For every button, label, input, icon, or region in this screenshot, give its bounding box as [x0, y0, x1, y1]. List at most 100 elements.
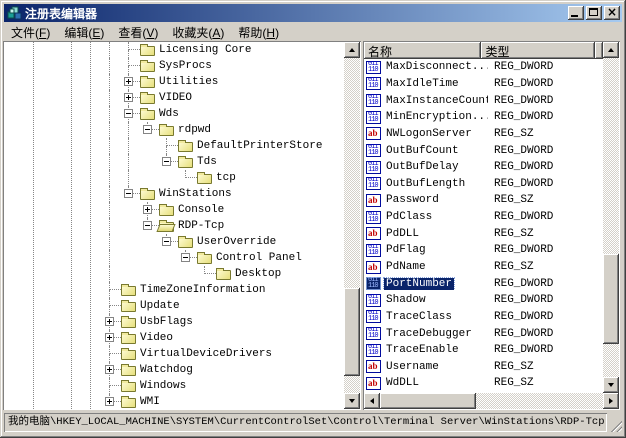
- value-row[interactable]: ShadowREG_DWORD: [364, 292, 603, 309]
- value-name-cell[interactable]: TraceEnable: [364, 344, 488, 357]
- value-name-cell[interactable]: Password: [364, 194, 488, 207]
- tree-item-label[interactable]: Video: [140, 332, 173, 345]
- expand-plus-box[interactable]: [105, 397, 114, 406]
- value-name-cell[interactable]: Shadow: [364, 294, 488, 307]
- expand-plus-box[interactable]: [124, 93, 133, 102]
- value-row[interactable]: PdClassREG_DWORD: [364, 209, 603, 226]
- value-row[interactable]: OutBufLengthREG_DWORD: [364, 175, 603, 192]
- value-name-cell[interactable]: WdDLL: [364, 377, 488, 390]
- tree-item-label[interactable]: Tds: [197, 156, 217, 169]
- value-name-cell[interactable]: TraceClass: [364, 310, 488, 323]
- value-row[interactable]: TraceEnableREG_DWORD: [364, 342, 603, 359]
- minimize-button[interactable]: [568, 6, 584, 20]
- value-name-cell[interactable]: PdFlag: [364, 244, 488, 257]
- maximize-button[interactable]: [586, 6, 602, 20]
- scroll-up-button[interactable]: [344, 42, 360, 58]
- scroll-down-button[interactable]: [344, 393, 360, 409]
- scroll-down-button[interactable]: [603, 377, 619, 393]
- resize-grip[interactable]: [609, 419, 622, 432]
- value-row[interactable]: PortNumberREG_DWORD: [364, 275, 603, 292]
- value-row[interactable]: MinEncryption...REG_DWORD: [364, 109, 603, 126]
- menu-item-H[interactable]: 帮助(H): [231, 23, 286, 42]
- tree-item-label[interactable]: SysProcs: [159, 60, 212, 73]
- collapse-minus-box[interactable]: [162, 157, 171, 166]
- expand-plus-box[interactable]: [105, 365, 114, 374]
- scroll-left-button[interactable]: [364, 393, 380, 409]
- scroll-up-button[interactable]: [603, 42, 619, 58]
- menu-item-E[interactable]: 编辑(E): [57, 23, 111, 42]
- expand-plus-box[interactable]: [105, 333, 114, 342]
- list-hscrollbar-thumb[interactable]: [380, 393, 476, 409]
- value-name-cell[interactable]: Username: [364, 360, 488, 373]
- tree-item-label[interactable]: WinStations: [159, 188, 232, 201]
- tree-item-label[interactable]: Update: [140, 300, 180, 313]
- collapse-minus-box[interactable]: [124, 189, 133, 198]
- value-row[interactable]: PasswordREG_SZ: [364, 192, 603, 209]
- tree-item-label[interactable]: Licensing Core: [159, 44, 251, 57]
- menu-item-F[interactable]: 文件(F): [4, 23, 57, 42]
- tree-item-label[interactable]: VirtualDeviceDrivers: [140, 348, 272, 361]
- value-name-cell[interactable]: PdClass: [364, 211, 488, 224]
- tree-item-label[interactable]: Control Panel: [216, 252, 302, 265]
- tree-item-label[interactable]: Utilities: [159, 76, 218, 89]
- menu-item-A[interactable]: 收藏夹(A): [165, 23, 231, 42]
- tree-item-label[interactable]: Windows: [140, 380, 186, 393]
- value-name-cell[interactable]: NWLogonServer: [364, 127, 488, 140]
- collapse-minus-box[interactable]: [143, 221, 152, 230]
- expand-plus-box[interactable]: [124, 77, 133, 86]
- value-row[interactable]: OutBufCountREG_DWORD: [364, 142, 603, 159]
- tree-item-label[interactable]: Desktop: [235, 268, 281, 281]
- tree-item-label[interactable]: TimeZoneInformation: [140, 284, 265, 297]
- value-row[interactable]: MaxIdleTimeREG_DWORD: [364, 76, 603, 93]
- value-row[interactable]: UsernameREG_SZ: [364, 359, 603, 376]
- value-name-cell[interactable]: TraceDebugger: [364, 327, 488, 340]
- value-name-cell[interactable]: PdDLL: [364, 227, 488, 240]
- tree-item-label[interactable]: tcp: [216, 172, 236, 185]
- tree-item-label[interactable]: Console: [178, 204, 224, 217]
- value-row[interactable]: PdNameREG_SZ: [364, 259, 603, 276]
- value-name-cell[interactable]: OutBufLength: [364, 177, 488, 190]
- collapse-minus-box[interactable]: [162, 237, 171, 246]
- value-name-cell[interactable]: MaxIdleTime: [364, 77, 488, 90]
- value-row[interactable]: TraceClassREG_DWORD: [364, 309, 603, 326]
- tree-item-label[interactable]: UsbFlags: [140, 316, 193, 329]
- value-name-cell[interactable]: OutBufCount: [364, 144, 488, 157]
- list-vertical-scrollbar[interactable]: [603, 42, 619, 393]
- value-row[interactable]: PdFlagREG_DWORD: [364, 242, 603, 259]
- tree-item-label[interactable]: Wds: [159, 108, 179, 121]
- expand-plus-box[interactable]: [143, 205, 152, 214]
- value-name-cell[interactable]: OutBufDelay: [364, 161, 488, 174]
- list-horizontal-scrollbar[interactable]: [364, 393, 619, 409]
- menu-item-V[interactable]: 查看(V): [111, 23, 165, 42]
- value-name-cell[interactable]: PdName: [364, 261, 488, 274]
- tree-item-label[interactable]: DefaultPrinterStore: [197, 140, 322, 153]
- value-name-cell[interactable]: MinEncryption...: [364, 111, 488, 124]
- expand-plus-box[interactable]: [105, 317, 114, 326]
- value-row[interactable]: TraceDebuggerREG_DWORD: [364, 325, 603, 342]
- tree-item-label[interactable]: WMI: [140, 396, 160, 409]
- close-button[interactable]: ×: [604, 6, 620, 20]
- column-header-type[interactable]: 类型: [481, 42, 595, 59]
- value-row[interactable]: OutBufDelayREG_DWORD: [364, 159, 603, 176]
- collapse-minus-box[interactable]: [143, 125, 152, 134]
- tree-item-label[interactable]: RDP-Tcp: [178, 220, 224, 233]
- tree-item-label[interactable]: UserOverride: [197, 236, 276, 249]
- list-scrollbar-thumb[interactable]: [603, 254, 619, 344]
- value-row[interactable]: MaxInstanceCountREG_DWORD: [364, 92, 603, 109]
- tree-item-label[interactable]: Watchdog: [140, 364, 193, 377]
- collapse-minus-box[interactable]: [181, 253, 190, 262]
- tree-item-label[interactable]: rdpwd: [178, 124, 211, 137]
- tree-item-label[interactable]: VIDEO: [159, 92, 192, 105]
- tree-scrollbar-thumb[interactable]: [344, 288, 360, 376]
- collapse-minus-box[interactable]: [124, 109, 133, 118]
- column-header-name[interactable]: 名称: [364, 42, 481, 59]
- value-row[interactable]: MaxDisconnect...REG_DWORD: [364, 59, 603, 76]
- value-row[interactable]: PdDLLREG_SZ: [364, 225, 603, 242]
- value-name-cell[interactable]: MaxInstanceCount: [364, 94, 488, 107]
- value-name-cell[interactable]: MaxDisconnect...: [364, 61, 488, 74]
- value-name-cell[interactable]: PortNumber: [364, 277, 488, 290]
- scroll-right-button[interactable]: [603, 393, 619, 409]
- tree-vertical-scrollbar[interactable]: [344, 42, 360, 409]
- value-row[interactable]: WdDLLREG_SZ: [364, 375, 603, 392]
- value-row[interactable]: NWLogonServerREG_SZ: [364, 126, 603, 143]
